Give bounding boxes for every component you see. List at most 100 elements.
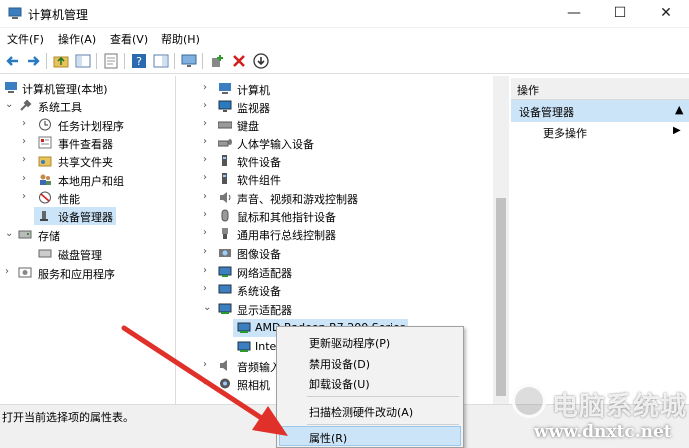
chevron-right-icon[interactable]: › [22,136,32,147]
tree-disk-management-label: 磁盘管理 [58,249,102,262]
disk-icon [38,249,52,258]
toolbar: ? [0,48,689,74]
update-driver-menu-item[interactable]: 更新驱动程序(P) [279,331,461,351]
menu-item-label: 属性(R) [309,432,348,445]
watermark: 电脑系统城 www.dnxtc.net [500,384,689,448]
tree-system-tools-label: 系统工具 [38,101,82,114]
chevron-down-icon[interactable]: ⌄ [5,99,15,110]
chevron-right-icon[interactable]: › [22,191,32,202]
chevron-right-icon[interactable]: › [22,118,32,129]
device-usb[interactable]: › 通用串行总线控制器 [178,225,493,243]
menu-item-label: 更新驱动程序(P) [309,337,391,350]
up-folder-icon[interactable] [52,52,70,70]
device-system[interactable]: › 系统设备 [178,281,493,299]
menu-action[interactable]: 操作(A) [58,31,96,47]
scrollbar-thumb[interactable] [496,198,506,396]
minimize-button[interactable]: — [551,0,597,28]
camera-icon [220,378,230,389]
device-audio-inputs[interactable]: › 音频输入 [178,357,281,375]
tree-event-viewer[interactable]: › 事件查看器 [0,134,175,152]
device-label: 音频输入 [237,361,281,374]
tree-performance[interactable]: › 性能 [0,189,175,207]
chevron-right-icon[interactable]: › [203,154,213,165]
device-computer[interactable]: › 计算机 [178,80,493,98]
device-display-adapters[interactable]: ⌄ 显示适配器 [178,300,493,318]
chevron-right-icon[interactable]: › [22,154,32,165]
scan-hardware-menu-item[interactable]: 扫描检测硬件改动(A) [279,400,461,420]
svg-text:?: ? [136,55,142,68]
chevron-down-icon[interactable]: ⌄ [5,228,15,239]
disable-device-menu-item[interactable]: 禁用设备(D) [279,352,461,372]
download-icon[interactable] [252,52,270,70]
update-driver-icon[interactable] [208,52,226,70]
chevron-down-icon[interactable]: ⌄ [203,302,213,313]
tree-device-manager[interactable]: 设备管理器 [34,207,116,225]
close-button[interactable]: ✕ [643,0,689,28]
device-label: Inte [255,340,277,353]
chevron-right-icon[interactable]: › [203,191,213,202]
tree-shared-folders-label: 共享文件夹 [58,156,113,169]
maximize-button[interactable]: ☐ [597,0,643,28]
uninstall-device-menu-item[interactable]: 卸载设备(U) [279,372,461,392]
forward-icon[interactable] [24,52,42,70]
chevron-right-icon[interactable]: › [5,266,15,277]
show-hide-tree-icon[interactable] [74,52,92,70]
device-imaging[interactable]: › 图像设备 [178,244,493,262]
chevron-right-icon[interactable]: › [203,359,213,370]
monitor-icon[interactable] [180,52,198,70]
chevron-right-icon[interactable]: › [203,82,213,93]
chevron-right-icon[interactable]: › [203,283,213,294]
uninstall-icon[interactable] [230,52,248,70]
tree-local-users[interactable]: › 本地用户和组 [0,171,175,189]
chevron-right-icon[interactable]: › [22,173,32,184]
menu-view[interactable]: 查看(V) [110,31,148,47]
menu-item-label: 卸载设备(U) [309,378,370,391]
tree-storage[interactable]: ⌄ 存储 [0,226,175,244]
chevron-right-icon[interactable]: › [203,246,213,257]
speaker-icon [220,192,231,203]
back-icon[interactable] [4,52,22,70]
chevron-right-icon[interactable]: › [203,136,213,147]
device-label: 通用串行总线控制器 [237,229,336,242]
chevron-right-icon[interactable]: › [203,172,213,183]
tree-root[interactable]: 计算机管理(本地) [0,79,175,97]
device-hid[interactable]: › 人体学输入设备 [178,134,493,152]
actions-group-device-manager[interactable]: 设备管理器 ▲ [511,100,689,122]
device-keyboard[interactable]: › 键盘 [178,116,493,134]
tree-shared-folders[interactable]: › 共享文件夹 [0,152,175,170]
device-network[interactable]: › 网络适配器 [178,263,493,281]
device-software[interactable]: › 软件设备 [178,152,493,170]
properties-menu-item[interactable]: 属性(R) [279,426,461,446]
device-label: 显示适配器 [237,304,292,317]
tree-services[interactable]: › 服务和应用程序 [0,264,175,282]
menu-item-label: 禁用设备(D) [309,358,371,371]
chevron-right-icon[interactable]: › [203,377,213,388]
device-list-scrollbar[interactable] [493,76,509,404]
menu-file[interactable]: 文件(F) [7,31,44,47]
more-actions[interactable]: 更多操作 ▶ [511,122,689,142]
device-monitor[interactable]: › 监视器 [178,98,493,116]
menu-item-label: 扫描检测硬件改动(A) [309,406,414,419]
device-label: 监视器 [237,102,270,115]
device-software-components[interactable]: › 软件组件 [178,170,493,188]
chevron-right-icon[interactable]: › [203,118,213,129]
chevron-right-icon[interactable]: › [203,227,213,238]
storage-icon [18,230,32,239]
device-label: 人体学输入设备 [237,138,314,151]
help-icon[interactable]: ? [130,52,148,70]
menu-help[interactable]: 帮助(H) [161,31,200,47]
collapse-up-icon[interactable]: ▲ [675,103,683,116]
properties-icon[interactable] [102,52,120,70]
device-camera[interactable]: › 照相机 [178,375,278,393]
mouse-icon [221,209,229,222]
device-mouse[interactable]: › 鼠标和其他指针设备 [178,207,493,225]
tree-disk-management[interactable]: 磁盘管理 [0,245,175,263]
tree-system-tools[interactable]: ⌄ 系统工具 [0,97,175,115]
chevron-right-icon[interactable]: › [203,209,213,220]
device-audio[interactable]: › 声音、视频和游戏控制器 [178,189,493,207]
chevron-right-icon[interactable]: › [203,100,213,111]
chevron-right-icon[interactable]: › [203,265,213,276]
display-adapter-icon [218,303,232,314]
console-view-icon[interactable] [152,52,170,70]
tree-task-scheduler[interactable]: › 任务计划程序 [0,116,175,134]
